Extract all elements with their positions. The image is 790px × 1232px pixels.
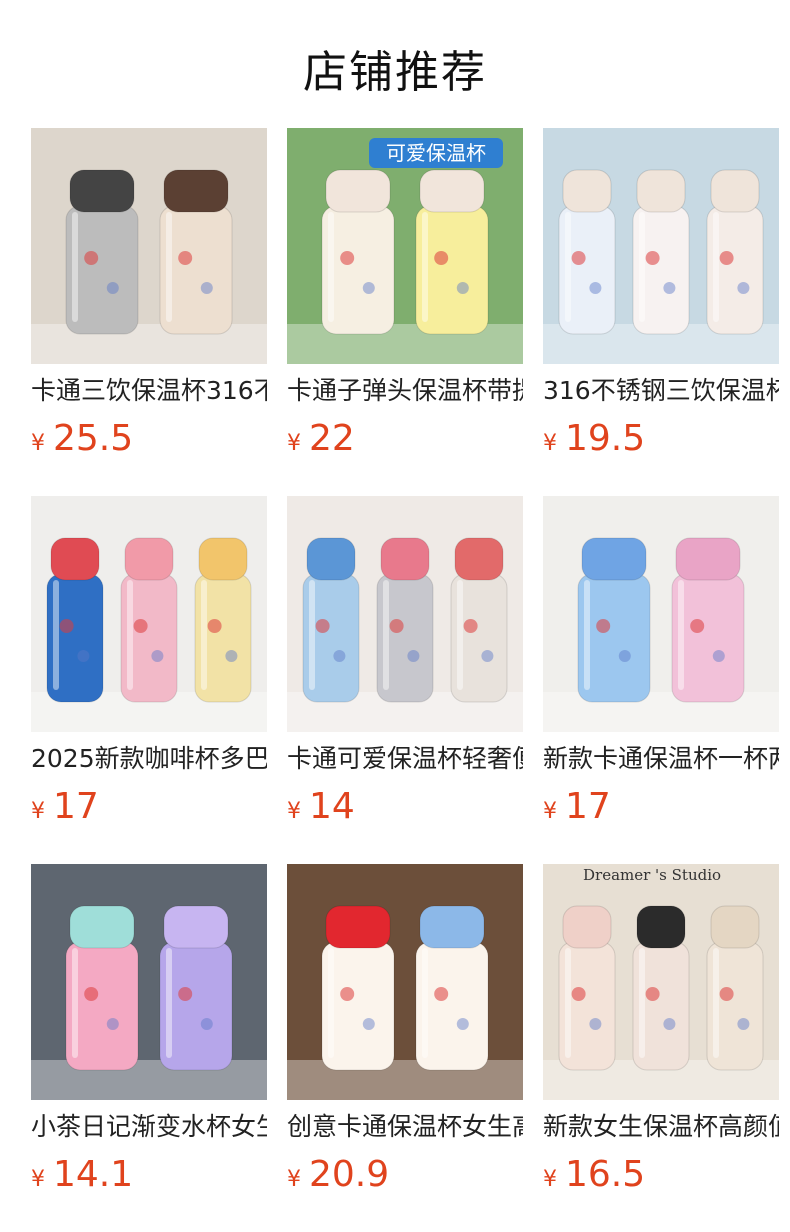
bottle-illustration bbox=[194, 537, 252, 703]
product-name[interactable]: 创意卡通保温杯女生高颜值 bbox=[287, 1110, 523, 1144]
bottle-illustration bbox=[376, 537, 434, 703]
bottle-illustration bbox=[558, 905, 616, 1071]
product-price: ¥22 bbox=[287, 416, 355, 462]
product-card[interactable]: 卡通三饮保温杯316不锈钢儿童 ¥25.5 bbox=[31, 128, 267, 468]
bottle-illustration bbox=[415, 905, 489, 1071]
product-image[interactable] bbox=[31, 864, 267, 1100]
product-image[interactable]: 可爱保温杯 bbox=[287, 128, 523, 364]
bottle-illustration bbox=[46, 537, 104, 703]
currency-symbol: ¥ bbox=[287, 431, 301, 456]
currency-symbol: ¥ bbox=[31, 431, 45, 456]
product-price: ¥16.5 bbox=[543, 1152, 645, 1198]
product-name[interactable]: 新款女生保温杯高颜值 bbox=[543, 1110, 779, 1144]
product-name[interactable]: 新款卡通保温杯一杯两盖 bbox=[543, 742, 779, 776]
product-image[interactable] bbox=[543, 128, 779, 364]
page-title: 店铺推荐 bbox=[303, 47, 487, 98]
product-card[interactable]: Dreamer 's Studio 新款女生保温杯高颜值 ¥16.5 bbox=[543, 864, 779, 1204]
product-image[interactable] bbox=[543, 496, 779, 732]
price-amount: 22 bbox=[309, 418, 355, 459]
bottle-illustration bbox=[671, 537, 745, 703]
bottle-illustration bbox=[159, 169, 233, 335]
bottle-illustration bbox=[65, 905, 139, 1071]
currency-symbol: ¥ bbox=[31, 1167, 45, 1192]
product-price: ¥25.5 bbox=[31, 416, 133, 462]
price-amount: 16.5 bbox=[565, 1154, 646, 1195]
product-price: ¥17 bbox=[31, 784, 99, 830]
product-image[interactable] bbox=[31, 496, 267, 732]
price-amount: 14.1 bbox=[53, 1154, 134, 1195]
product-image[interactable] bbox=[287, 496, 523, 732]
product-image[interactable] bbox=[31, 128, 267, 364]
product-card[interactable]: 可爱保温杯卡通子弹头保温杯带提绳 ¥22 bbox=[287, 128, 523, 468]
bottle-illustration bbox=[321, 169, 395, 335]
product-photo bbox=[287, 864, 523, 1100]
product-name[interactable]: 卡通可爱保温杯轻奢便携 bbox=[287, 742, 523, 776]
price-amount: 20.9 bbox=[309, 1154, 390, 1195]
image-badge-text: 可爱保温杯 bbox=[386, 141, 486, 165]
product-name[interactable]: 316不锈钢三饮保温杯 bbox=[543, 374, 779, 408]
currency-symbol: ¥ bbox=[543, 1167, 557, 1192]
product-price: ¥17 bbox=[543, 784, 611, 830]
currency-symbol: ¥ bbox=[543, 799, 557, 824]
product-name[interactable]: 小茶日记渐变水杯女生 bbox=[31, 1110, 267, 1144]
bottle-illustration bbox=[321, 905, 395, 1071]
bottle-illustration bbox=[450, 537, 508, 703]
bottle-illustration bbox=[577, 537, 651, 703]
price-amount: 25.5 bbox=[53, 418, 134, 459]
product-image[interactable]: Dreamer 's Studio bbox=[543, 864, 779, 1100]
bottle-illustration bbox=[65, 169, 139, 335]
product-price: ¥14.1 bbox=[31, 1152, 133, 1198]
product-name[interactable]: 2025新款咖啡杯多巴胺吸管杯 bbox=[31, 742, 267, 776]
product-card[interactable]: 2025新款咖啡杯多巴胺吸管杯 ¥17 bbox=[31, 496, 267, 836]
product-name[interactable]: 卡通子弹头保温杯带提绳 bbox=[287, 374, 523, 408]
price-amount: 19.5 bbox=[565, 418, 646, 459]
bottle-illustration bbox=[632, 905, 690, 1071]
product-photo: 可爱保温杯 bbox=[287, 128, 523, 364]
product-price: ¥19.5 bbox=[543, 416, 645, 462]
product-photo bbox=[287, 496, 523, 732]
image-sign-text: Dreamer 's Studio bbox=[583, 866, 721, 884]
product-price: ¥14 bbox=[287, 784, 355, 830]
product-photo bbox=[543, 496, 779, 732]
bottle-illustration bbox=[632, 169, 690, 335]
currency-symbol: ¥ bbox=[287, 1167, 301, 1192]
product-photo bbox=[31, 864, 267, 1100]
currency-symbol: ¥ bbox=[287, 799, 301, 824]
product-name[interactable]: 卡通三饮保温杯316不锈钢儿童 bbox=[31, 374, 267, 408]
price-amount: 17 bbox=[565, 786, 611, 827]
product-photo bbox=[543, 128, 779, 364]
product-card[interactable]: 卡通可爱保温杯轻奢便携 ¥14 bbox=[287, 496, 523, 836]
product-card[interactable]: 316不锈钢三饮保温杯 ¥19.5 bbox=[543, 128, 779, 468]
product-card[interactable]: 小茶日记渐变水杯女生 ¥14.1 bbox=[31, 864, 267, 1204]
product-price: ¥20.9 bbox=[287, 1152, 389, 1198]
price-amount: 14 bbox=[309, 786, 355, 827]
bottle-illustration bbox=[302, 537, 360, 703]
currency-symbol: ¥ bbox=[543, 431, 557, 456]
bottle-illustration bbox=[706, 169, 764, 335]
bottle-illustration bbox=[120, 537, 178, 703]
price-amount: 17 bbox=[53, 786, 99, 827]
bottle-illustration bbox=[558, 169, 616, 335]
product-card[interactable]: 创意卡通保温杯女生高颜值 ¥20.9 bbox=[287, 864, 523, 1204]
product-photo: Dreamer 's Studio bbox=[543, 864, 779, 1100]
product-image[interactable] bbox=[287, 864, 523, 1100]
bottle-illustration bbox=[706, 905, 764, 1071]
product-photo bbox=[31, 128, 267, 364]
currency-symbol: ¥ bbox=[31, 799, 45, 824]
product-card[interactable]: 新款卡通保温杯一杯两盖 ¥17 bbox=[543, 496, 779, 836]
product-photo bbox=[31, 496, 267, 732]
bottle-illustration bbox=[415, 169, 489, 335]
bottle-illustration bbox=[159, 905, 233, 1071]
